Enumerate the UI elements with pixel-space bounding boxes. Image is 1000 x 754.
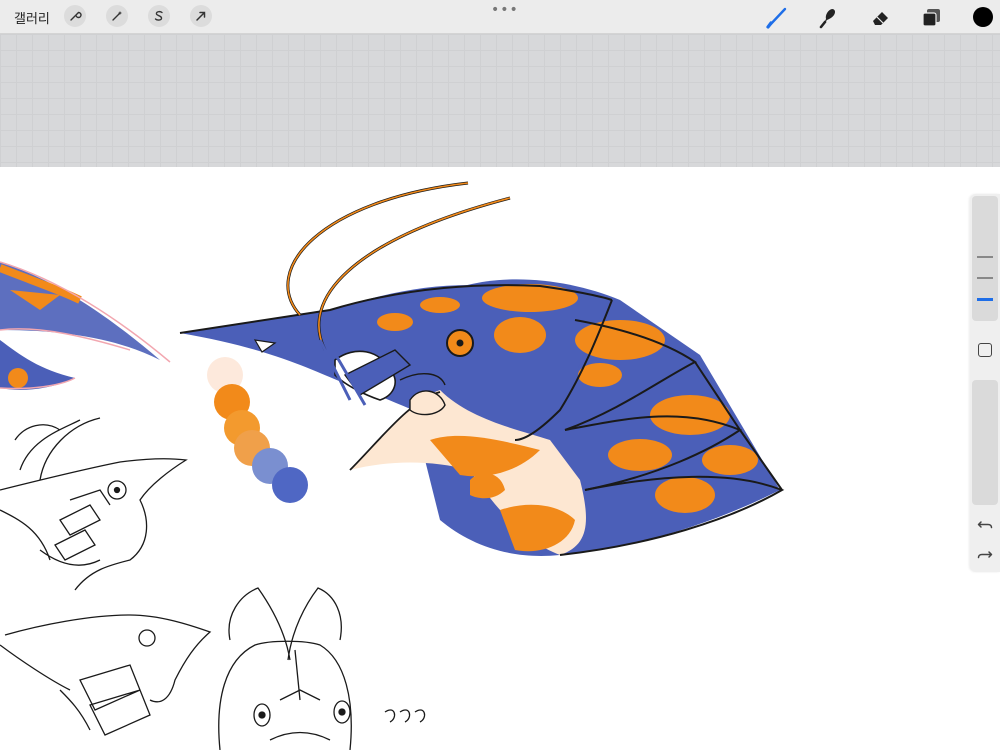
magic-wand-icon[interactable] bbox=[106, 5, 128, 27]
left-partial-sketch bbox=[0, 261, 171, 390]
wrench-icon[interactable] bbox=[64, 5, 86, 27]
opacity-slider[interactable] bbox=[972, 380, 998, 505]
slider-tick bbox=[977, 256, 993, 258]
main-creature bbox=[179, 181, 785, 556]
artwork bbox=[0, 181, 785, 751]
workspace-background bbox=[0, 34, 1000, 167]
top-toolbar: 갤러리 ••• bbox=[0, 0, 1000, 34]
slider-thumb[interactable] bbox=[977, 298, 993, 301]
selection-s-icon[interactable] bbox=[148, 5, 170, 27]
brush-icon[interactable] bbox=[765, 5, 789, 29]
eraser-icon[interactable] bbox=[869, 5, 893, 29]
layers-icon[interactable] bbox=[920, 5, 944, 29]
color-picker-button[interactable] bbox=[973, 7, 993, 27]
color-swatches bbox=[207, 357, 308, 503]
pencil-sketch-2 bbox=[0, 614, 212, 736]
slider-tick bbox=[977, 277, 993, 279]
transform-arrow-icon[interactable] bbox=[190, 5, 212, 27]
pencil-sketch-3 bbox=[218, 587, 426, 751]
grip-handle[interactable]: ••• bbox=[491, 2, 519, 18]
pencil-sketch-1 bbox=[0, 417, 188, 591]
modify-square-icon[interactable] bbox=[978, 343, 992, 357]
undo-icon[interactable] bbox=[976, 515, 994, 533]
smudge-icon[interactable] bbox=[817, 5, 841, 29]
brush-size-slider[interactable] bbox=[972, 196, 998, 321]
redo-icon[interactable] bbox=[976, 545, 994, 563]
gallery-button[interactable]: 갤러리 bbox=[14, 8, 50, 27]
drawing-canvas[interactable] bbox=[0, 167, 1000, 751]
